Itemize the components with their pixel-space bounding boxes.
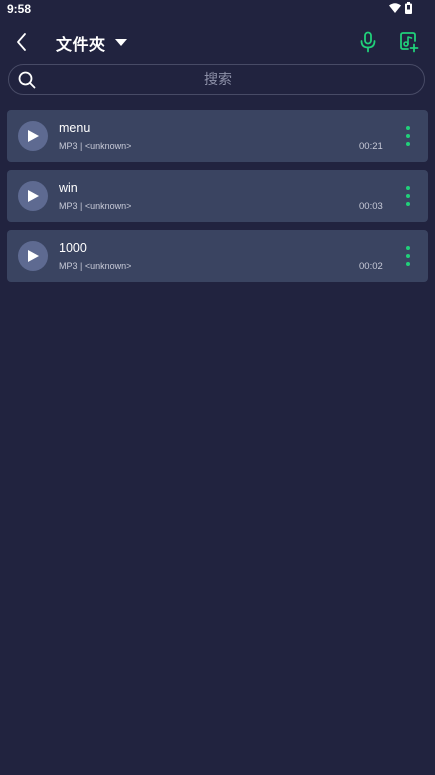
track-title: win [59,181,78,195]
track-title: menu [59,121,91,135]
track-duration: 00:21 [359,141,383,152]
track-item[interactable]: menu MP3 | <unknown> 00:21 [7,110,428,162]
track-item[interactable]: 1000 MP3 | <unknown> 00:02 [7,230,428,282]
more-options-icon[interactable] [400,124,416,148]
track-meta: MP3 | <unknown> [59,261,132,271]
track-title: 1000 [59,241,87,255]
play-icon [28,250,39,262]
track-duration: 00:03 [359,201,383,212]
track-list: menu MP3 | <unknown> 00:21 win MP3 | <un… [7,110,428,290]
track-meta: MP3 | <unknown> [59,141,132,151]
play-button[interactable] [18,181,48,211]
top-app-bar: 文件夾 [0,22,435,62]
microphone-icon[interactable] [356,30,380,54]
add-music-icon[interactable] [396,30,420,54]
play-button[interactable] [18,241,48,271]
more-options-icon[interactable] [400,184,416,208]
play-icon [28,130,39,142]
track-item[interactable]: win MP3 | <unknown> 00:03 [7,170,428,222]
search-bar[interactable] [8,64,425,95]
caret-down-icon [114,39,127,46]
search-icon [18,71,36,89]
back-icon[interactable] [10,30,34,54]
status-bar: 9:58 [0,0,435,20]
wifi-icon [389,3,401,13]
search-input[interactable] [45,65,391,94]
play-icon [28,190,39,202]
battery-icon [405,2,412,14]
track-meta: MP3 | <unknown> [59,201,132,211]
more-options-icon[interactable] [400,244,416,268]
status-time: 9:58 [7,2,32,16]
play-button[interactable] [18,121,48,151]
folder-title: 文件夾 [56,35,106,54]
track-duration: 00:02 [359,261,383,272]
folder-selector[interactable]: 文件夾 [56,31,127,55]
